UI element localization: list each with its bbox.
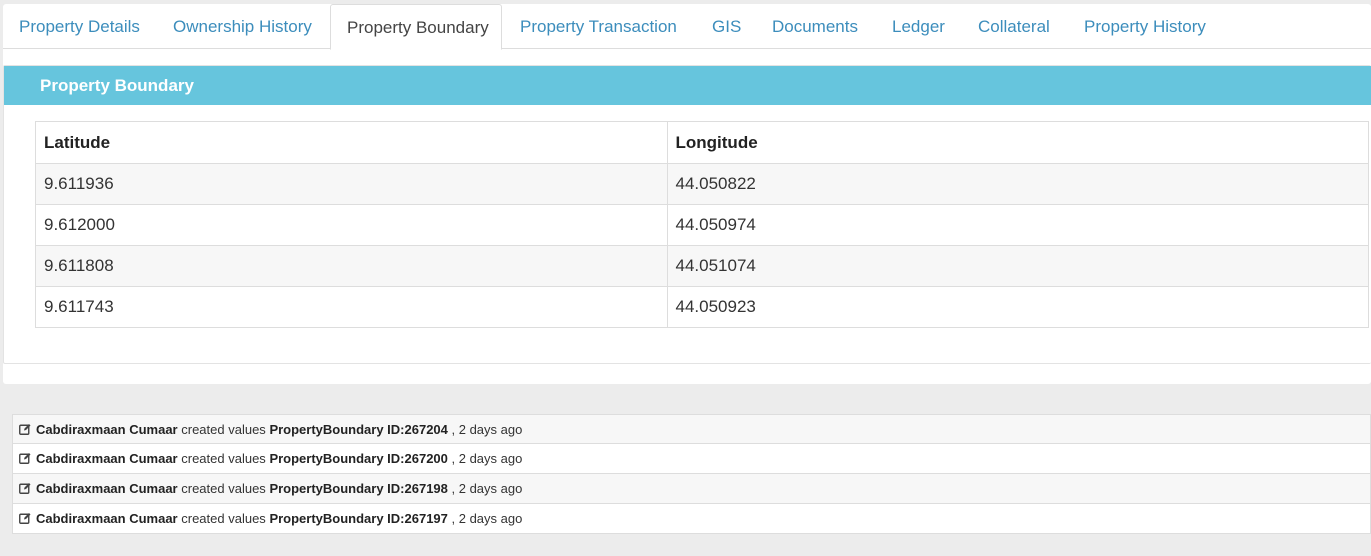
activity-action: created values xyxy=(181,422,266,437)
table-row: 9.611808 44.051074 xyxy=(35,245,1370,287)
activity-action: created values xyxy=(181,511,266,526)
activity-target: PropertyBoundary ID:267197 xyxy=(269,511,448,526)
activity-target: PropertyBoundary ID:267198 xyxy=(269,481,448,496)
tab-bar: Property Details Ownership History Prope… xyxy=(3,4,1371,50)
edit-icon xyxy=(19,483,31,494)
activity-time: , 2 days ago xyxy=(451,511,523,526)
activity-target: PropertyBoundary ID:267204 xyxy=(269,422,448,437)
latitude-cell: 9.611936 xyxy=(35,163,668,205)
activity-action: created values xyxy=(181,451,266,466)
longitude-cell: 44.050822 xyxy=(666,163,1370,205)
longitude-cell: 44.050923 xyxy=(666,286,1370,328)
activity-user: Cabdiraxmaan Cumaar xyxy=(36,451,178,466)
table-row: 9.612000 44.050974 xyxy=(35,204,1370,246)
activity-user: Cabdiraxmaan Cumaar xyxy=(36,511,178,526)
property-card: Property Details Ownership History Prope… xyxy=(3,4,1371,384)
activity-log: Cabdiraxmaan Cumaar created values Prope… xyxy=(12,414,1371,534)
tab-property-transaction[interactable]: Property Transaction xyxy=(504,4,695,49)
tab-gis[interactable]: GIS xyxy=(695,4,755,49)
activity-time: , 2 days ago xyxy=(451,422,523,437)
tab-property-boundary[interactable]: Property Boundary xyxy=(330,4,502,50)
panel-header: Property Boundary xyxy=(4,66,1371,105)
tab-documents[interactable]: Documents xyxy=(755,4,875,49)
latitude-cell: 9.612000 xyxy=(35,204,668,246)
table-row: 9.611743 44.050923 xyxy=(35,286,1370,328)
panel-title: Property Boundary xyxy=(40,76,194,95)
tab-collateral[interactable]: Collateral xyxy=(961,4,1067,49)
activity-action: created values xyxy=(181,481,266,496)
table-row: 9.611936 44.050822 xyxy=(35,163,1370,205)
tab-property-details[interactable]: Property Details xyxy=(3,4,157,49)
header-longitude: Longitude xyxy=(666,121,1370,164)
longitude-cell: 44.050974 xyxy=(666,204,1370,246)
latitude-cell: 9.611743 xyxy=(35,286,668,328)
activity-item: Cabdiraxmaan Cumaar created values Prope… xyxy=(12,444,1371,474)
longitude-cell: 44.051074 xyxy=(666,245,1370,287)
tab-ledger[interactable]: Ledger xyxy=(875,4,961,49)
activity-user: Cabdiraxmaan Cumaar xyxy=(36,481,178,496)
activity-item: Cabdiraxmaan Cumaar created values Prope… xyxy=(12,414,1371,444)
activity-user: Cabdiraxmaan Cumaar xyxy=(36,422,178,437)
activity-time: , 2 days ago xyxy=(451,451,523,466)
property-boundary-panel: Property Boundary Latitude Longitude 9.6… xyxy=(3,65,1371,364)
header-latitude: Latitude xyxy=(35,121,668,164)
edit-icon xyxy=(19,453,31,464)
latitude-cell: 9.611808 xyxy=(35,245,668,287)
edit-icon xyxy=(19,513,31,524)
activity-item: Cabdiraxmaan Cumaar created values Prope… xyxy=(12,504,1371,534)
activity-target: PropertyBoundary ID:267200 xyxy=(269,451,448,466)
boundary-table: Latitude Longitude 9.611936 44.050822 9.… xyxy=(35,121,1370,328)
tab-property-history[interactable]: Property History xyxy=(1067,4,1227,49)
activity-item: Cabdiraxmaan Cumaar created values Prope… xyxy=(12,474,1371,504)
edit-icon xyxy=(19,424,31,435)
tab-ownership-history[interactable]: Ownership History xyxy=(157,4,330,49)
table-header-row: Latitude Longitude xyxy=(35,121,1370,164)
activity-time: , 2 days ago xyxy=(451,481,523,496)
